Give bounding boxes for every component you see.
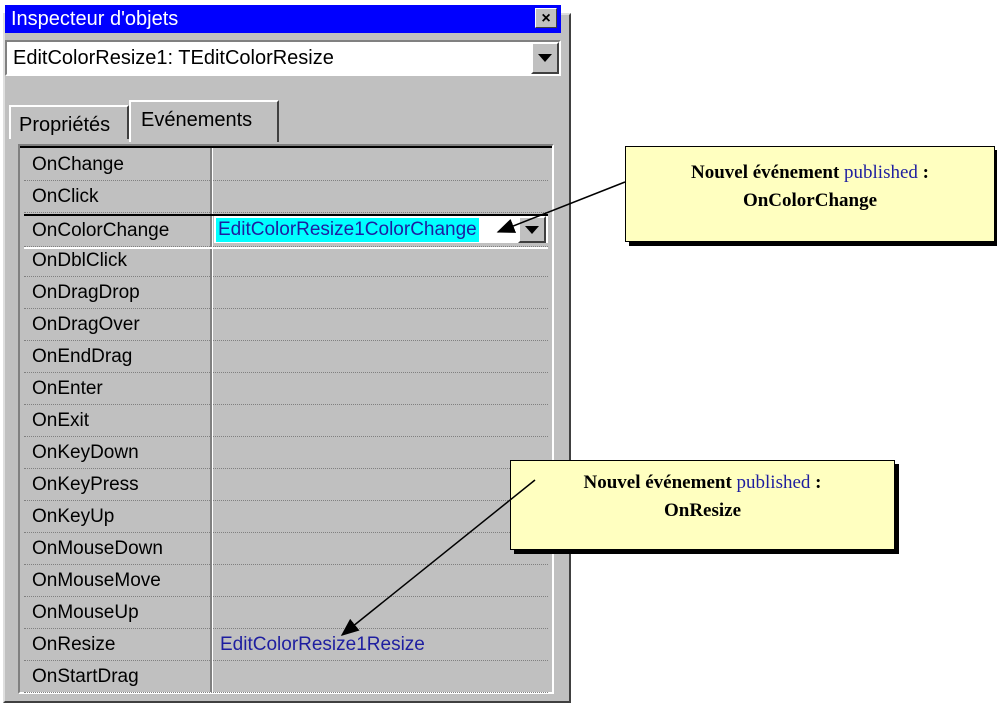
tab-events[interactable]: Evénements [129,100,279,142]
tab-events-label: Evénements [141,109,253,131]
arrow-to-onresize [340,479,536,636]
arrow-to-oncolorchange [496,181,626,233]
